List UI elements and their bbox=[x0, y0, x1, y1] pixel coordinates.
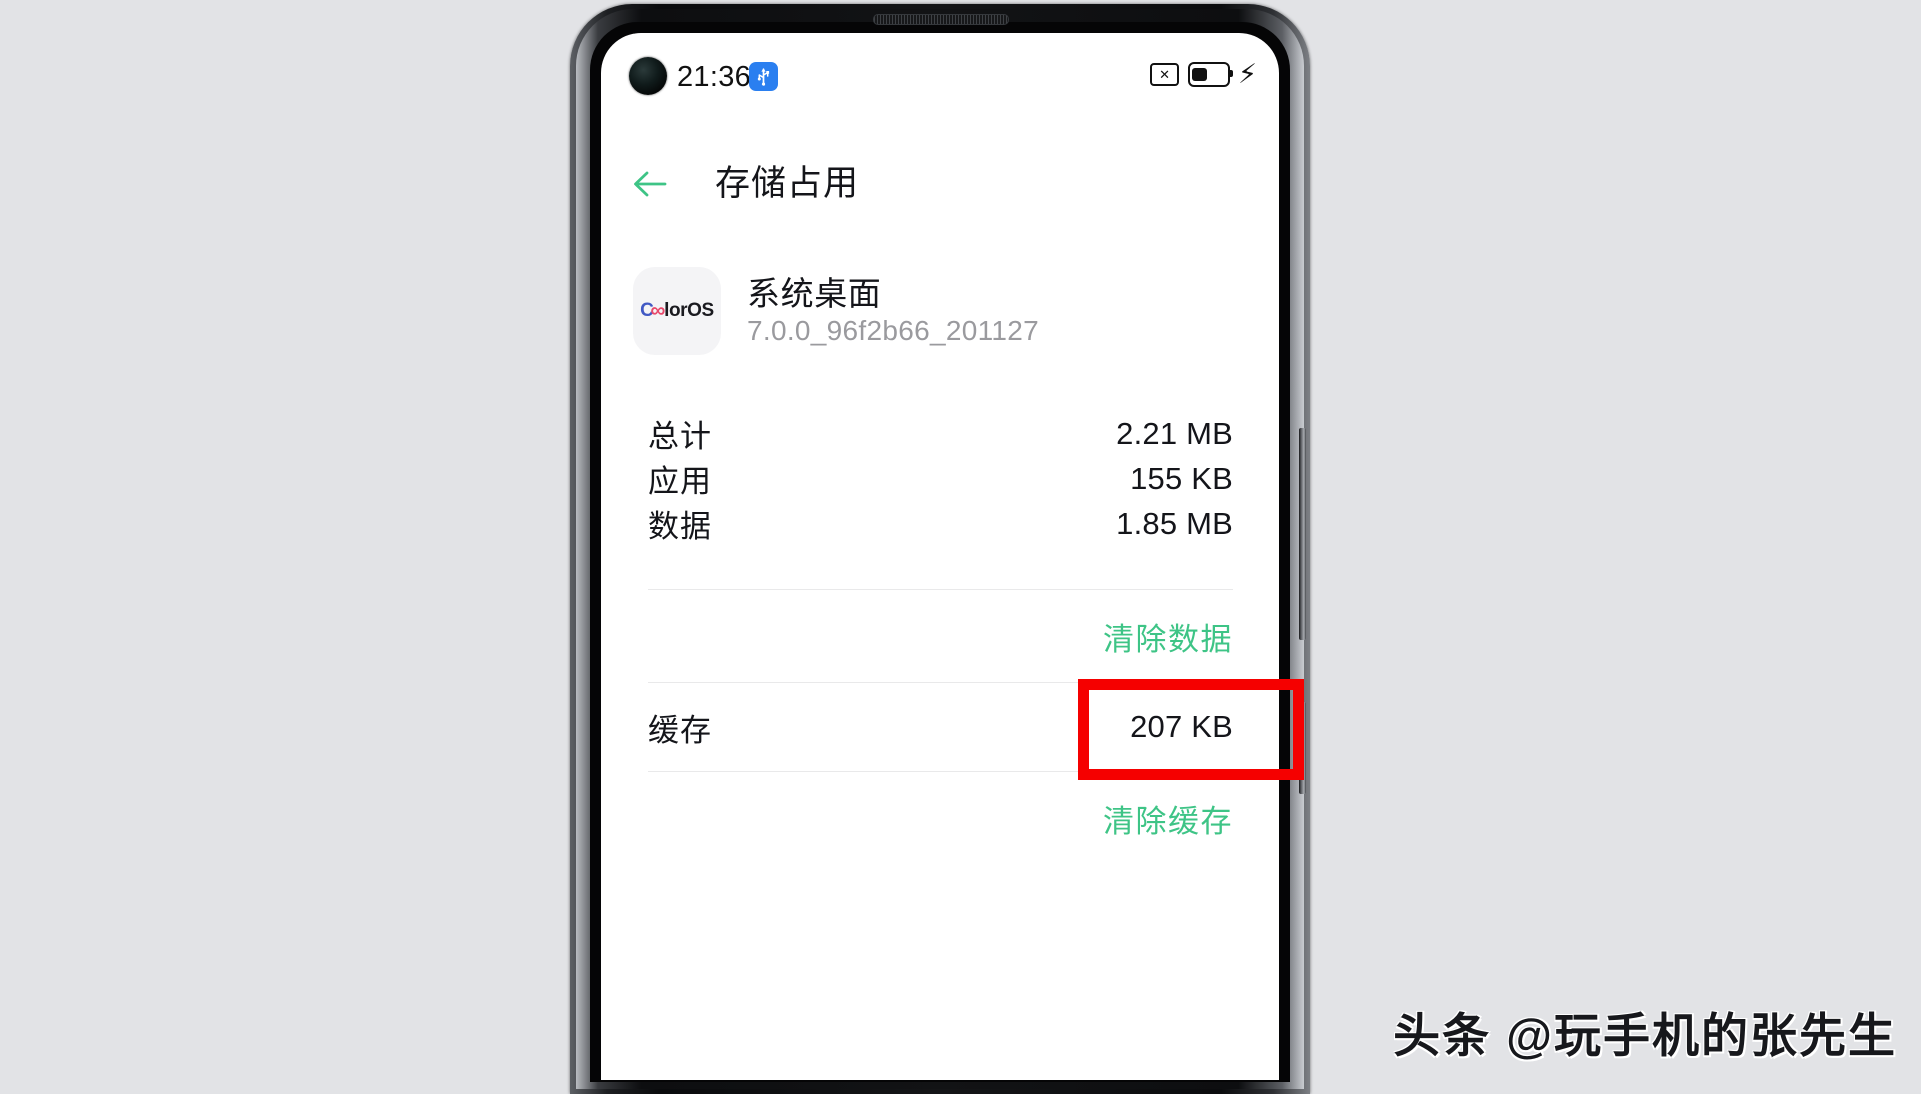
page-title: 存储占用 bbox=[715, 164, 860, 203]
app-bar: 存储占用 bbox=[601, 141, 1279, 237]
phone-screen: 21:36 ✕ ⚡ 存储占用 C ∞ lorOS 系统桌面 7.0.0_96f2… bbox=[601, 33, 1279, 1080]
cache-row: 缓存 207 KB bbox=[601, 683, 1279, 771]
table-row: 应用 155 KB bbox=[601, 456, 1279, 501]
clear-data-button[interactable]: 清除数据 bbox=[1103, 614, 1233, 659]
back-arrow-icon[interactable] bbox=[627, 161, 673, 207]
storage-list: 总计 2.21 MB 应用 155 KB 数据 1.85 MB 清除数据 缓存 … bbox=[601, 411, 1279, 864]
app-name: 系统桌面 bbox=[747, 275, 882, 312]
earpiece-speaker-grille bbox=[873, 14, 1009, 25]
storage-row-value: 1.85 MB bbox=[1116, 505, 1233, 541]
clear-cache-button[interactable]: 清除缓存 bbox=[1103, 796, 1233, 841]
coloros-app-icon: C ∞ lorOS bbox=[633, 267, 721, 355]
charging-bolt-icon: ⚡ bbox=[1238, 59, 1257, 89]
storage-row-label: 数据 bbox=[648, 509, 712, 544]
coloros-wordmark: C ∞ lorOS bbox=[640, 299, 714, 323]
coloros-infinity-glyph: ∞ bbox=[650, 299, 666, 322]
silent-mode-icon: ✕ bbox=[1150, 63, 1180, 86]
silent-mode-glyph: ✕ bbox=[1159, 67, 1170, 82]
status-bar: 21:36 ✕ ⚡ bbox=[601, 33, 1279, 111]
storage-row-label: 总计 bbox=[648, 419, 712, 454]
cache-row-label: 缓存 bbox=[648, 712, 712, 748]
clear-data-row: 清除数据 bbox=[601, 590, 1279, 682]
punch-hole-camera-icon bbox=[629, 57, 667, 95]
app-version: 7.0.0_96f2b66_201127 bbox=[747, 315, 1039, 346]
status-bar-icons: ✕ ⚡ bbox=[1150, 61, 1257, 88]
battery-fill bbox=[1191, 68, 1207, 81]
power-button[interactable] bbox=[1299, 428, 1306, 640]
usb-icon bbox=[749, 62, 778, 91]
storage-row-label: 应用 bbox=[648, 464, 712, 499]
table-row: 数据 1.85 MB bbox=[601, 501, 1279, 546]
cache-row-value: 207 KB bbox=[1130, 709, 1233, 744]
table-row: 总计 2.21 MB bbox=[601, 411, 1279, 456]
volume-button[interactable] bbox=[1299, 702, 1306, 794]
app-header: C ∞ lorOS 系统桌面 7.0.0_96f2b66_201127 bbox=[601, 249, 1279, 359]
clear-cache-row: 清除缓存 bbox=[601, 772, 1279, 864]
watermark: 头条 @玩手机的张先生 bbox=[1393, 1009, 1897, 1062]
status-bar-clock: 21:36 bbox=[677, 61, 752, 93]
storage-row-value: 155 KB bbox=[1130, 460, 1233, 496]
coloros-letters-rest: lorOS bbox=[664, 300, 714, 321]
storage-row-value: 2.21 MB bbox=[1116, 415, 1233, 451]
battery-icon bbox=[1188, 62, 1234, 87]
